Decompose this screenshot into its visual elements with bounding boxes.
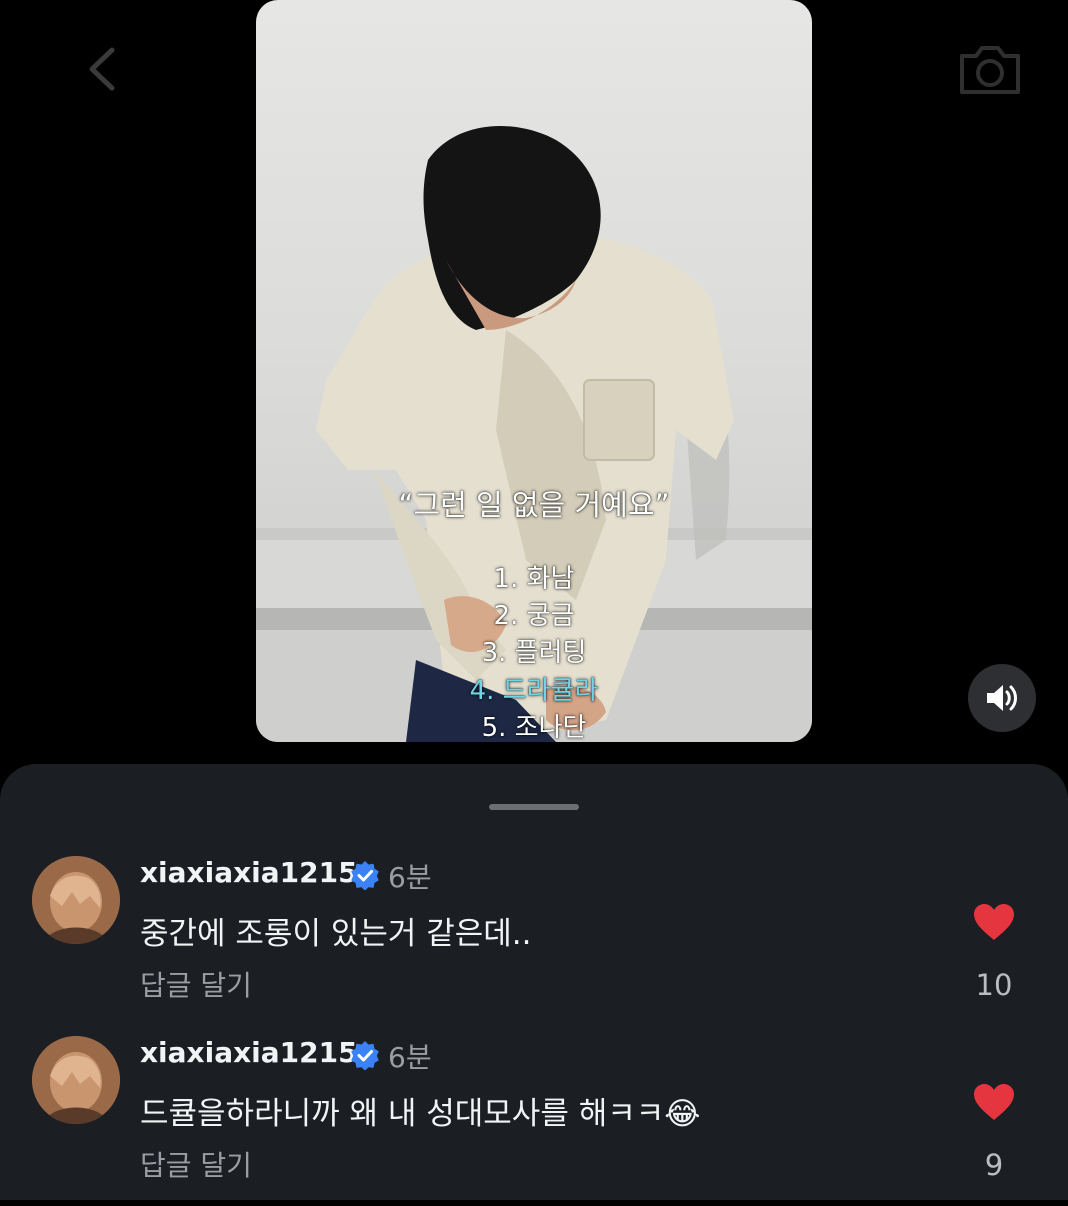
verified-badge-icon (351, 1041, 379, 1070)
video-player[interactable]: “그런 일 없을 거예요” 1. 화남 2. 궁금 3. 플러팅 4. 드라큘라… (256, 0, 812, 742)
caption-list-item: 3. 플러팅 (481, 638, 587, 668)
comment-item: xiaxiaxia1215 6분 중간에 조롱이 있는거 같은데.. 답글 달기… (0, 856, 1068, 1026)
back-button[interactable] (78, 44, 128, 94)
caption-list-item: 1. 화남 (493, 564, 575, 594)
like-count: 10 (975, 968, 1013, 1002)
comments-sheet: xiaxiaxia1215 6분 중간에 조롱이 있는거 같은데.. 답글 달기… (0, 764, 1068, 1200)
video-caption-quote: “그런 일 없을 거예요” (398, 488, 670, 522)
heart-icon[interactable] (972, 902, 1016, 942)
sheet-grabber[interactable] (489, 804, 579, 810)
reply-button[interactable]: 답글 달기 (140, 1144, 252, 1184)
comment-time: 6분 (388, 861, 432, 894)
chevron-left-icon (89, 47, 115, 91)
comment-item: xiaxiaxia1215 6분 드큘을하라니까 왜 내 성대모사를 해ㅋㅋ😂 … (0, 1036, 1068, 1206)
caption-list-item: 5. 조나단 (481, 713, 587, 742)
comment-username[interactable]: xiaxiaxia1215 (140, 1036, 358, 1069)
comment-text: 드큘을하라니까 왜 내 성대모사를 해ㅋㅋ😂 (140, 1096, 701, 1132)
camera-button[interactable] (954, 40, 1026, 100)
avatar-image (32, 856, 120, 944)
camera-icon (960, 46, 1020, 94)
avatar-image (32, 1036, 120, 1124)
sound-toggle-button[interactable] (968, 664, 1036, 732)
verified-badge-icon (351, 861, 379, 890)
comment-username[interactable]: xiaxiaxia1215 (140, 856, 358, 889)
caption-list-item-highlighted: 4. 드라큘라 (469, 676, 599, 706)
reply-button[interactable]: 답글 달기 (140, 964, 252, 1004)
avatar[interactable] (32, 856, 120, 944)
speaker-icon (987, 685, 1017, 711)
comment-time: 6분 (388, 1041, 432, 1074)
avatar[interactable] (32, 1036, 120, 1124)
heart-icon[interactable] (972, 1082, 1016, 1122)
comment-text: 중간에 조롱이 있는거 같은데.. (140, 916, 532, 952)
like-count: 9 (984, 1148, 1004, 1182)
caption-list-item: 2. 궁금 (493, 601, 575, 631)
